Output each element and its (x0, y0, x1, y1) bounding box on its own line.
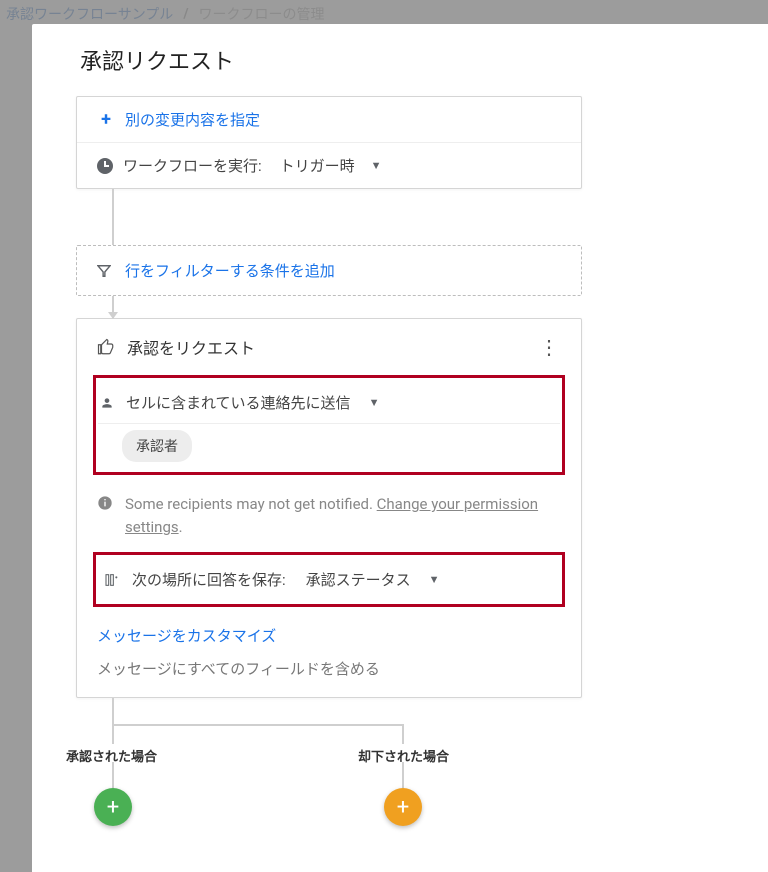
run-workflow-label: ワークフローを実行: (123, 155, 262, 176)
approver-chip[interactable]: 承認者 (122, 430, 192, 462)
branch-leg2-right (402, 762, 404, 788)
add-change-label: 別の変更内容を指定 (125, 109, 260, 130)
highlight-save-section: 次の場所に回答を保存: 承認ステータス ▼ (93, 552, 565, 607)
branch-container: 承認された場合 却下された場合 + + (76, 698, 724, 838)
connector-arrow (112, 296, 114, 318)
send-to-label: セルに含まれている連絡先に送信 (126, 392, 351, 413)
run-workflow-row[interactable]: ワークフローを実行: トリガー時 ▼ (77, 142, 581, 188)
branch-leg2-left (112, 762, 114, 788)
permission-warning-row: Some recipients may not get notified. Ch… (77, 483, 581, 552)
run-workflow-value: トリガー時 (280, 155, 355, 176)
kebab-menu-icon[interactable]: ⋮ (533, 337, 565, 357)
connector-line (112, 189, 114, 245)
branch-leg-left (112, 726, 114, 744)
save-response-row[interactable]: 次の場所に回答を保存: 承認ステータス ▼ (100, 569, 558, 590)
filter-label: 行をフィルターする条件を追加 (125, 260, 335, 281)
clock-icon (97, 158, 113, 174)
add-declined-action-button[interactable]: + (384, 788, 422, 826)
save-response-value: 承認ステータス (306, 569, 411, 590)
chevron-down-icon: ▼ (369, 396, 380, 409)
filter-icon (97, 264, 111, 278)
add-approved-action-button[interactable]: + (94, 788, 132, 826)
branch-leg-right (402, 726, 404, 744)
customize-message-link[interactable]: メッセージをカスタマイズ (77, 619, 581, 652)
info-icon (97, 495, 113, 511)
approval-request-modal: 承認リクエスト + 別の変更内容を指定 ワークフローを実行: トリガー時 ▼ 行… (32, 24, 768, 872)
save-response-label: 次の場所に回答を保存: (132, 569, 286, 590)
person-icon (100, 396, 114, 410)
plus-icon: + (97, 111, 115, 129)
send-to-row[interactable]: セルに含まれている連絡先に送信 ▼ (96, 382, 562, 423)
trigger-card: + 別の変更内容を指定 ワークフローを実行: トリガー時 ▼ (76, 96, 582, 189)
include-all-fields-label: メッセージにすべてのフィールドを含める (77, 652, 581, 697)
highlight-send-section: セルに含まれている連絡先に送信 ▼ 承認者 (93, 375, 565, 475)
approval-header: 承認をリクエスト ⋮ (77, 319, 581, 375)
add-change-row[interactable]: + 別の変更内容を指定 (77, 97, 581, 142)
chevron-down-icon: ▼ (371, 159, 382, 172)
approval-action-card: 承認をリクエスト ⋮ セルに含まれている連絡先に送信 ▼ 承認者 (76, 318, 582, 698)
column-icon (104, 572, 120, 588)
branch-connector-horizontal (112, 724, 404, 726)
permission-warning-text: Some recipients may not get notified. Ch… (125, 493, 561, 538)
modal-title: 承認リクエスト (32, 44, 768, 96)
divider (98, 423, 560, 424)
chevron-down-icon: ▼ (429, 573, 440, 586)
filter-condition-card[interactable]: 行をフィルターする条件を追加 (76, 245, 582, 296)
branch-connector-down (112, 698, 114, 724)
approval-title: 承認をリクエスト (127, 335, 521, 359)
thumbs-up-icon (97, 338, 115, 356)
